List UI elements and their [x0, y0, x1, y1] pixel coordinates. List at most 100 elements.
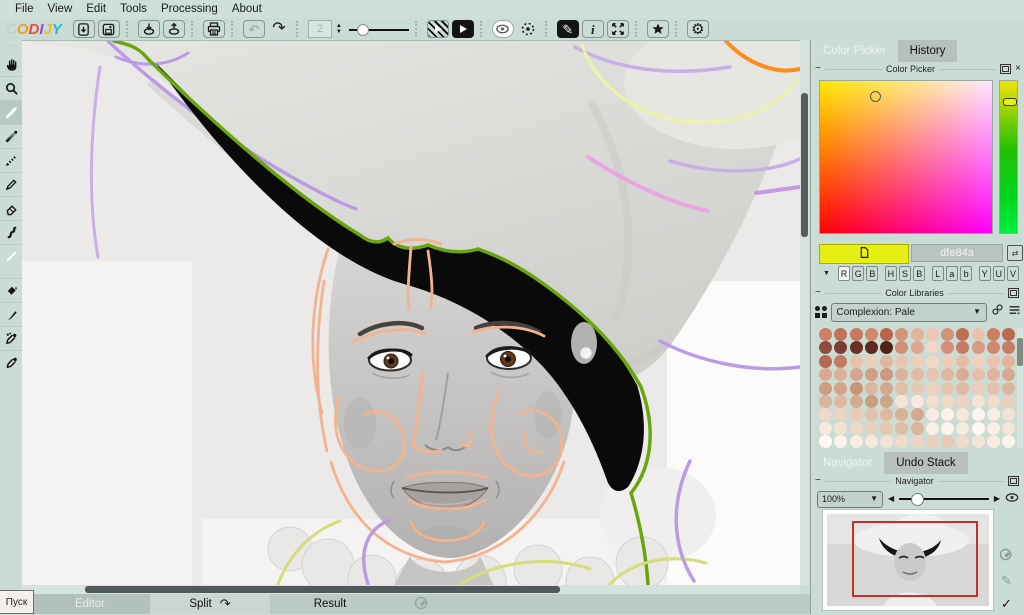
color-swatch[interactable]: [1002, 368, 1015, 381]
color-swatch[interactable]: [972, 368, 985, 381]
color-swatch[interactable]: [911, 355, 924, 368]
undo-button[interactable]: ↶: [243, 20, 265, 38]
settings-button[interactable]: ⚙: [687, 20, 709, 38]
color-swatch[interactable]: [941, 395, 954, 408]
color-swatch[interactable]: [941, 368, 954, 381]
color-swatch[interactable]: [880, 341, 893, 354]
editor-canvas[interactable]: [22, 40, 800, 586]
tab-result[interactable]: Result: [270, 594, 390, 614]
library-menu-icon[interactable]: [1008, 303, 1021, 321]
color-swatch[interactable]: [911, 422, 924, 435]
mode-button-v[interactable]: V: [1007, 266, 1019, 281]
color-swatch[interactable]: [895, 382, 908, 395]
windows-start-button[interactable]: Пуск: [0, 590, 34, 614]
print-button[interactable]: [203, 20, 225, 38]
swatch-grid-scrollbar[interactable]: [1017, 328, 1023, 448]
color-swatch[interactable]: [941, 328, 954, 341]
color-swatch[interactable]: [972, 355, 985, 368]
color-swatch[interactable]: [987, 408, 1000, 421]
color-swatch[interactable]: [972, 435, 985, 448]
color-swatch[interactable]: [941, 382, 954, 395]
color-swatch[interactable]: [987, 435, 1000, 448]
color-swatch[interactable]: [972, 408, 985, 421]
brush-size-slider[interactable]: [349, 21, 409, 37]
pattern-pen-tool[interactable]: [0, 148, 22, 172]
color-swatch[interactable]: [819, 382, 832, 395]
color-swatch[interactable]: [850, 341, 863, 354]
color-swatch[interactable]: [926, 355, 939, 368]
fill-tool[interactable]: [0, 278, 22, 302]
eyedropper-tool[interactable]: [0, 350, 22, 374]
current-color-swatch[interactable]: [819, 244, 909, 264]
sample-result-icon[interactable]: [999, 548, 1014, 566]
color-swatch[interactable]: [880, 422, 893, 435]
open-file-button[interactable]: [73, 20, 95, 38]
tab-undo-stack[interactable]: Undo Stack: [884, 452, 967, 474]
color-swatch[interactable]: [1002, 355, 1015, 368]
color-swatch[interactable]: [895, 435, 908, 448]
color-swatch[interactable]: [972, 341, 985, 354]
pen-tool[interactable]: [0, 100, 22, 124]
color-swatch[interactable]: [895, 395, 908, 408]
color-swatch[interactable]: [926, 422, 939, 435]
color-swatch[interactable]: [880, 408, 893, 421]
color-marker[interactable]: [870, 91, 881, 102]
mode-button-u[interactable]: U: [993, 266, 1005, 281]
mode-button-a[interactable]: a: [946, 266, 958, 281]
tab-history[interactable]: History: [898, 40, 958, 62]
photo-with-color-strokes[interactable]: [22, 41, 800, 586]
color-swatch[interactable]: [880, 435, 893, 448]
color-swatch[interactable]: [987, 341, 1000, 354]
zoom-level-dropdown[interactable]: 100% ▼: [817, 491, 883, 508]
navigator-thumbnail[interactable]: [823, 510, 993, 610]
color-swatch[interactable]: [834, 328, 847, 341]
color-swatch[interactable]: [956, 368, 969, 381]
color-sampler-tool[interactable]: [0, 326, 22, 350]
library-category-icon[interactable]: [815, 306, 827, 318]
expand-modes-icon[interactable]: ▼: [823, 270, 830, 277]
color-swatch[interactable]: [834, 341, 847, 354]
color-swatch[interactable]: [956, 422, 969, 435]
mode-button-s[interactable]: S: [899, 266, 911, 281]
color-swatch[interactable]: [941, 355, 954, 368]
color-swatch[interactable]: [911, 341, 924, 354]
color-swatch[interactable]: [911, 368, 924, 381]
color-swatch[interactable]: [956, 382, 969, 395]
color-swatch[interactable]: [956, 395, 969, 408]
mode-button-r[interactable]: R: [838, 266, 850, 281]
info-button[interactable]: i: [582, 20, 604, 38]
zoom-tool[interactable]: [0, 76, 22, 100]
color-swatch[interactable]: [850, 422, 863, 435]
color-swatch[interactable]: [987, 422, 1000, 435]
slider-knob[interactable]: [911, 493, 924, 506]
color-swatch[interactable]: [895, 408, 908, 421]
color-swatch[interactable]: [911, 395, 924, 408]
color-swatch[interactable]: [880, 368, 893, 381]
color-swatch[interactable]: [819, 355, 832, 368]
color-swatch[interactable]: [987, 368, 1000, 381]
brush-size-stepper[interactable]: ▲ ▼: [336, 23, 342, 35]
color-swatch[interactable]: [987, 355, 1000, 368]
color-swatch[interactable]: [956, 355, 969, 368]
color-swatch[interactable]: [850, 435, 863, 448]
swap-color-icon[interactable]: ⇄: [1007, 245, 1023, 261]
color-swatch[interactable]: [834, 435, 847, 448]
color-swatch[interactable]: [850, 328, 863, 341]
color-swatch[interactable]: [956, 341, 969, 354]
color-swatch[interactable]: [865, 408, 878, 421]
color-swatch[interactable]: [834, 382, 847, 395]
color-swatch[interactable]: [865, 328, 878, 341]
color-swatch[interactable]: [819, 435, 832, 448]
color-swatch[interactable]: [895, 355, 908, 368]
color-swatch[interactable]: [926, 435, 939, 448]
process-button[interactable]: [452, 20, 474, 38]
tab-split[interactable]: Split ↷: [150, 594, 270, 614]
close-panel-icon[interactable]: ×: [1015, 64, 1021, 74]
scrollbar-thumb[interactable]: [1017, 338, 1023, 366]
color-swatch[interactable]: [1002, 382, 1015, 395]
color-swatch[interactable]: [819, 328, 832, 341]
tab-color-picker[interactable]: Color Picker: [811, 40, 898, 62]
zoom-out-arrow[interactable]: ◀: [888, 495, 894, 503]
brush-size-field[interactable]: 2: [308, 20, 332, 38]
color-swatch[interactable]: [911, 382, 924, 395]
